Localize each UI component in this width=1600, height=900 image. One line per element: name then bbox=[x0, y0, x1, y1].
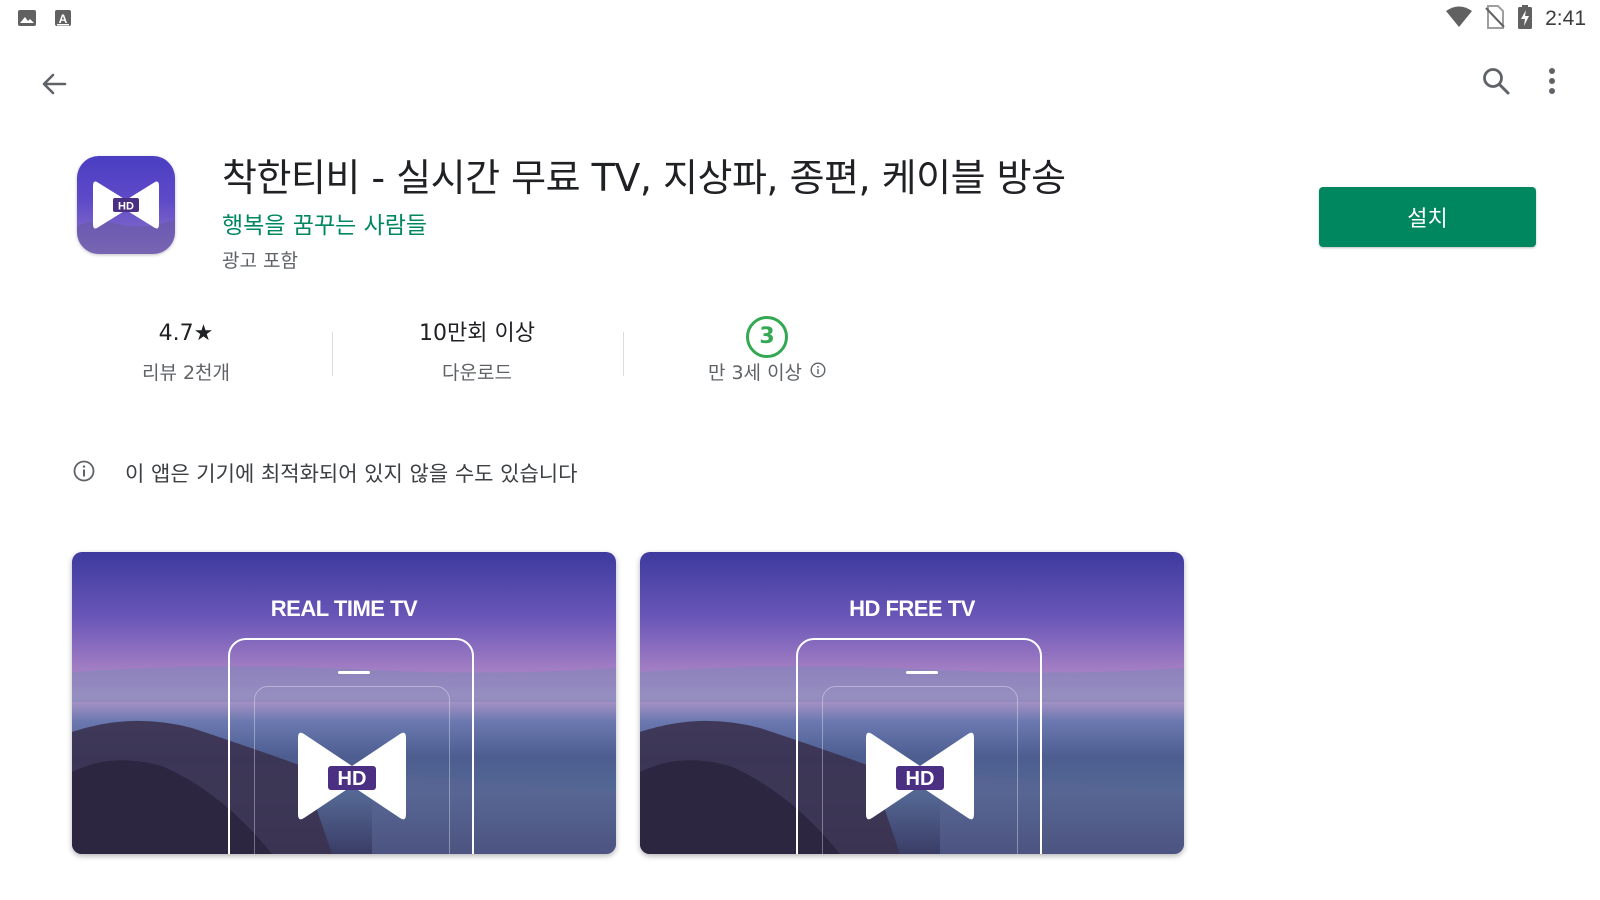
phone-speaker bbox=[906, 671, 938, 674]
no-sim-icon bbox=[1485, 5, 1505, 33]
clock: 2:41 bbox=[1545, 7, 1586, 30]
downloads-stat: 10만회 이상 다운로드 bbox=[357, 316, 597, 385]
app-logo-icon: HD bbox=[298, 732, 406, 820]
review-count: 리뷰 2천개 bbox=[141, 362, 231, 384]
screenshot-badge: HD bbox=[906, 768, 935, 790]
more-options-button[interactable] bbox=[1534, 59, 1570, 107]
developer-link[interactable]: 행복을 꿈꾸는 사람들 bbox=[222, 206, 427, 240]
status-bar: A 2:41 bbox=[0, 0, 1600, 36]
app-title: 착한티비 - 실시간 무료 TV, 지상파, 종편, 케이블 방송 bbox=[222, 156, 1066, 200]
wifi-icon bbox=[1445, 6, 1473, 32]
install-button[interactable]: 설치 bbox=[1319, 187, 1536, 247]
back-button[interactable] bbox=[30, 62, 78, 110]
screenshot-badge: HD bbox=[338, 768, 367, 790]
compatibility-notice: 이 앱은 기기에 최적화되어 있지 않을 수도 있습니다 bbox=[73, 458, 577, 488]
app-icon-badge: HD bbox=[118, 201, 134, 213]
app-logo-icon: HD bbox=[866, 732, 974, 820]
age-rating-badge: 3 bbox=[746, 316, 788, 358]
more-vert-icon bbox=[1548, 67, 1556, 99]
rating-value: 4.7★ bbox=[158, 321, 214, 346]
back-arrow-icon bbox=[40, 70, 68, 102]
info-icon[interactable] bbox=[810, 361, 826, 383]
screenshot-2[interactable]: HD FREE TV HD bbox=[640, 552, 1184, 854]
info-icon bbox=[73, 460, 95, 486]
rating-stat[interactable]: 4.7★ 리뷰 2천개 bbox=[66, 316, 306, 385]
screenshot-1[interactable]: REAL TIME TV HD bbox=[72, 552, 616, 854]
age-rating-label: 만 3세 이상 bbox=[707, 362, 803, 384]
downloads-label: 다운로드 bbox=[442, 362, 512, 384]
svg-text:A: A bbox=[59, 12, 68, 26]
image-icon bbox=[17, 8, 37, 32]
app-icon: HD bbox=[77, 156, 175, 254]
screenshot-caption: REAL TIME TV bbox=[270, 596, 418, 621]
compatibility-text: 이 앱은 기기에 최적화되어 있지 않을 수도 있습니다 bbox=[125, 462, 578, 486]
phone-speaker bbox=[338, 671, 370, 674]
battery-charging-icon bbox=[1517, 5, 1533, 33]
screenshot-caption: HD FREE TV bbox=[849, 596, 975, 621]
stat-divider bbox=[623, 332, 624, 376]
stat-divider bbox=[332, 332, 333, 376]
contains-ads-label: 광고 포함 bbox=[222, 250, 298, 272]
search-icon bbox=[1481, 66, 1511, 100]
search-button[interactable] bbox=[1472, 59, 1520, 107]
keyboard-a-icon: A bbox=[53, 8, 73, 32]
downloads-value: 10만회 이상 bbox=[419, 321, 535, 346]
content-rating-stat[interactable]: 3 만 3세 이상 bbox=[647, 316, 887, 385]
